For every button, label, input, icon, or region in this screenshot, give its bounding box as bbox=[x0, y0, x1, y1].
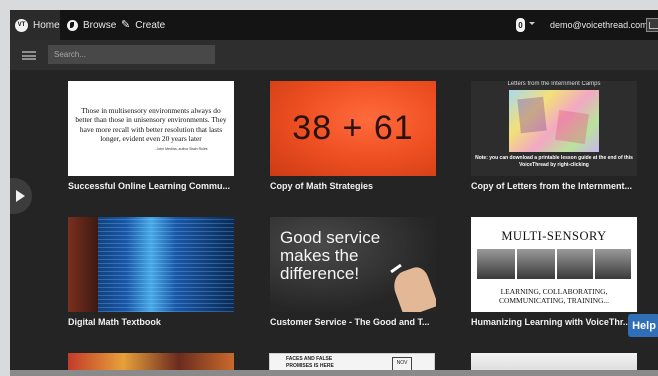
thread-card-6[interactable]: MULTI-SENSORY LEARNING, COLLABORATING, C… bbox=[471, 217, 641, 327]
user-email-menu[interactable]: demo@voicethread.com bbox=[550, 10, 648, 40]
hamburger-menu-icon[interactable] bbox=[22, 51, 36, 60]
thread-card-5[interactable]: Good service makes the difference! Custo… bbox=[270, 217, 440, 327]
thumbnail-text-line-2: PROMISES IS HERE bbox=[286, 363, 334, 369]
notification-badge[interactable]: 0 bbox=[516, 18, 525, 32]
horizontal-scrollbar[interactable] bbox=[10, 370, 658, 376]
thread-card-4[interactable]: Digital Math Textbook bbox=[68, 217, 238, 327]
thumbnail-subtitle-text: LEARNING, COLLABORATING, COMMUNICATING, … bbox=[498, 287, 610, 305]
thread-thumbnail-5[interactable]: Good service makes the difference! bbox=[270, 217, 436, 312]
thread-title-1[interactable]: Successful Online Learning Commu... bbox=[68, 181, 238, 191]
thread-thumbnail-1[interactable]: Those in multisensory environments alway… bbox=[68, 81, 234, 176]
face-photo-3 bbox=[557, 249, 593, 279]
thumbnail-math-text: 38 + 61 bbox=[292, 109, 414, 147]
thread-thumbnail-6[interactable]: MULTI-SENSORY LEARNING, COLLABORATING, C… bbox=[471, 217, 637, 312]
thumbnail-note-text: Note: you can download a printable lesso… bbox=[475, 155, 633, 168]
voicethread-app: VT Home Browse ✎ Create 0 demo@voicethre… bbox=[10, 10, 658, 376]
face-photo-4 bbox=[595, 249, 631, 279]
nav-create-label: Create bbox=[135, 19, 166, 31]
thread-card-1[interactable]: Those in multisensory environments alway… bbox=[68, 81, 238, 191]
thread-title-4[interactable]: Digital Math Textbook bbox=[68, 317, 238, 327]
face-photo-2 bbox=[517, 249, 555, 279]
nav-home-label: Home bbox=[33, 19, 60, 31]
top-navigation-bar: VT Home Browse ✎ Create 0 demo@voicethre… bbox=[10, 10, 658, 40]
chevron-down-icon[interactable] bbox=[529, 22, 535, 25]
thread-title-6[interactable]: Humanizing Learning with VoiceThr... bbox=[471, 317, 641, 327]
nav-browse-label: Browse bbox=[83, 19, 117, 31]
voicethread-logo-icon: VT bbox=[15, 18, 28, 32]
thread-card-2[interactable]: 38 + 61 Copy of Math Strategies bbox=[270, 81, 440, 191]
thread-thumbnail-3[interactable]: Letters from the Internment Camps Note: … bbox=[471, 81, 637, 176]
nav-home[interactable]: VT Home bbox=[10, 10, 60, 40]
help-button[interactable]: Help bbox=[628, 314, 658, 337]
nav-create[interactable]: ✎ Create bbox=[121, 10, 165, 40]
thumbnail-text-line-1: FACES AND FALSE bbox=[286, 356, 333, 362]
thumbnail-chalk-text: Good service makes the difference! bbox=[280, 228, 381, 283]
thumbnail-header-text: Letters from the Internment Camps bbox=[507, 81, 601, 87]
face-photo-1 bbox=[477, 249, 515, 279]
thread-thumbnail-2[interactable]: 38 + 61 bbox=[270, 81, 436, 176]
nav-browse[interactable]: Browse bbox=[67, 10, 116, 40]
sidebar-expand-button[interactable] bbox=[10, 178, 32, 214]
thread-card-3[interactable]: Letters from the Internment Camps Note: … bbox=[471, 81, 641, 191]
thread-title-2[interactable]: Copy of Math Strategies bbox=[270, 181, 440, 191]
thread-title-5[interactable]: Customer Service - The Good and T... bbox=[270, 317, 440, 327]
pencil-icon: ✎ bbox=[121, 18, 131, 31]
thumbnail-artwork bbox=[509, 90, 599, 152]
thread-thumbnail-4[interactable] bbox=[68, 217, 234, 312]
thumbnail-quote-text: Those in multisensory environments alway… bbox=[75, 106, 227, 143]
thumbnail-title-text: MULTI-SENSORY bbox=[501, 229, 607, 243]
globe-icon bbox=[67, 19, 78, 31]
thumbnail-quote-author: - John Medina, author Brain Rules bbox=[154, 147, 208, 151]
thread-title-3[interactable]: Copy of Letters from the Internment... bbox=[471, 181, 641, 191]
avatar[interactable] bbox=[646, 18, 658, 32]
search-input[interactable] bbox=[48, 45, 215, 64]
